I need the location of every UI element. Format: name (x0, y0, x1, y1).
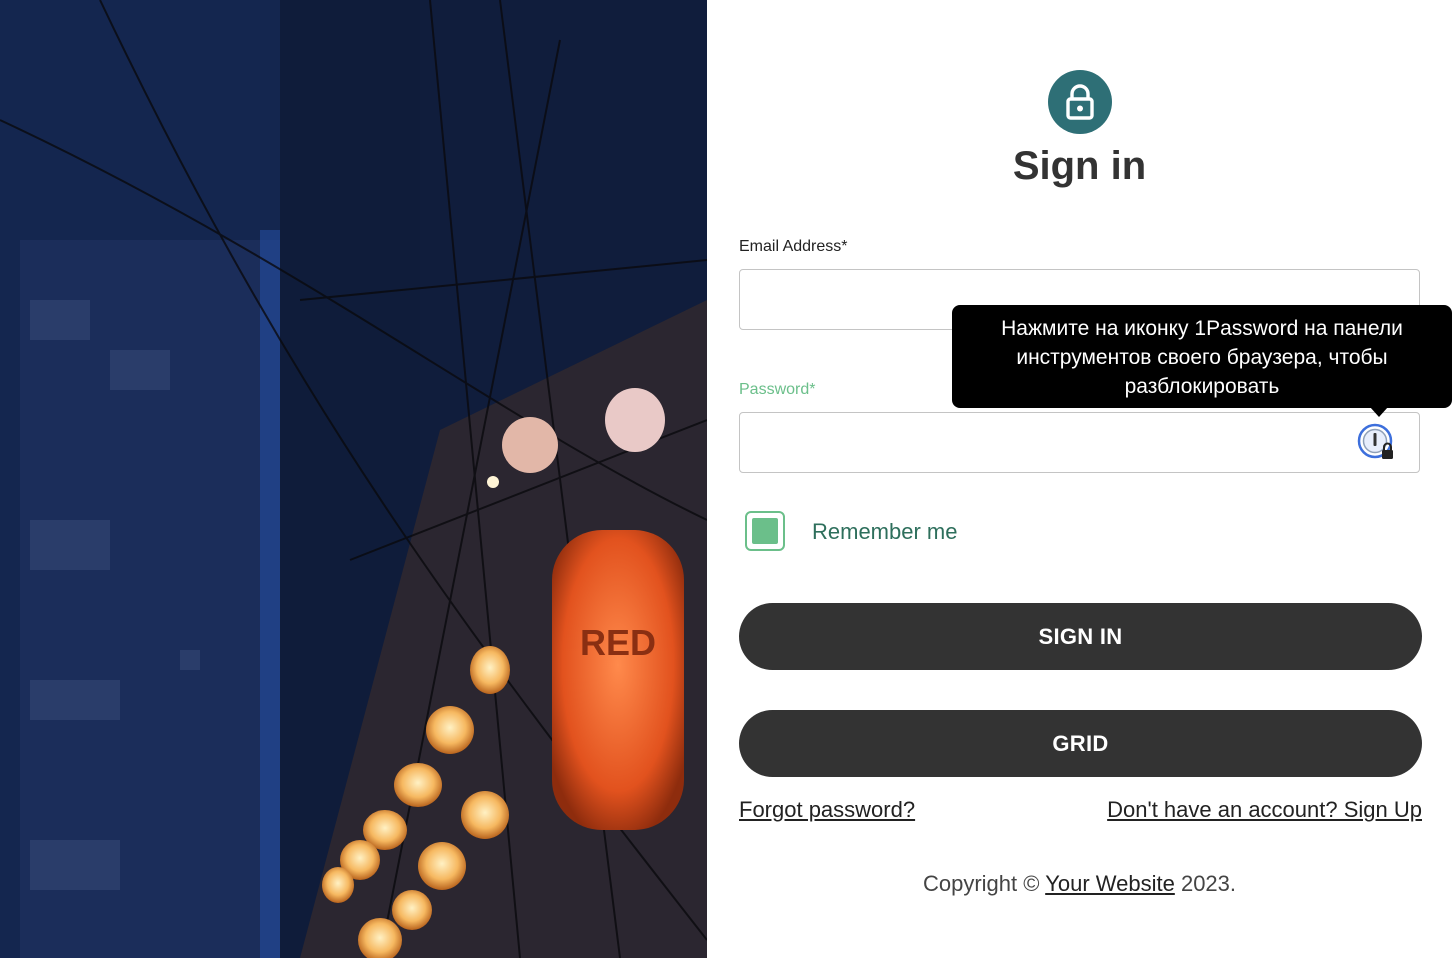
password-field[interactable] (740, 413, 1368, 471)
grid-button[interactable]: GRID (739, 710, 1422, 777)
your-website-link[interactable]: Your Website (1045, 871, 1175, 896)
svg-text:RED: RED (580, 622, 656, 663)
sign-in-panel: Sign in Email Address* Password* Remembe… (707, 0, 1452, 958)
1password-unlock-tooltip: Нажмите на иконку 1Password на панели ин… (952, 305, 1452, 417)
email-label: Email Address* (739, 238, 848, 255)
1password-lock-icon[interactable] (1357, 423, 1397, 463)
copyright-text: Copyright © Your Website 2023. (922, 871, 1237, 896)
sign-in-button[interactable]: SIGN IN (739, 603, 1422, 670)
lock-icon (1048, 70, 1112, 134)
remember-me-checkbox[interactable] (745, 511, 785, 551)
remember-me-label[interactable]: Remember me (812, 519, 957, 545)
background-photo: RED (0, 0, 707, 958)
page-title: Sign in (1012, 144, 1147, 188)
night-street-lanterns-image: RED (0, 0, 707, 958)
password-field-wrapper (739, 412, 1420, 473)
password-label: Password* (739, 381, 816, 398)
sign-up-link[interactable]: Don't have an account? Sign Up (1107, 797, 1422, 823)
checkbox-checked-mark (752, 518, 778, 544)
forgot-password-link[interactable]: Forgot password? (739, 797, 915, 823)
